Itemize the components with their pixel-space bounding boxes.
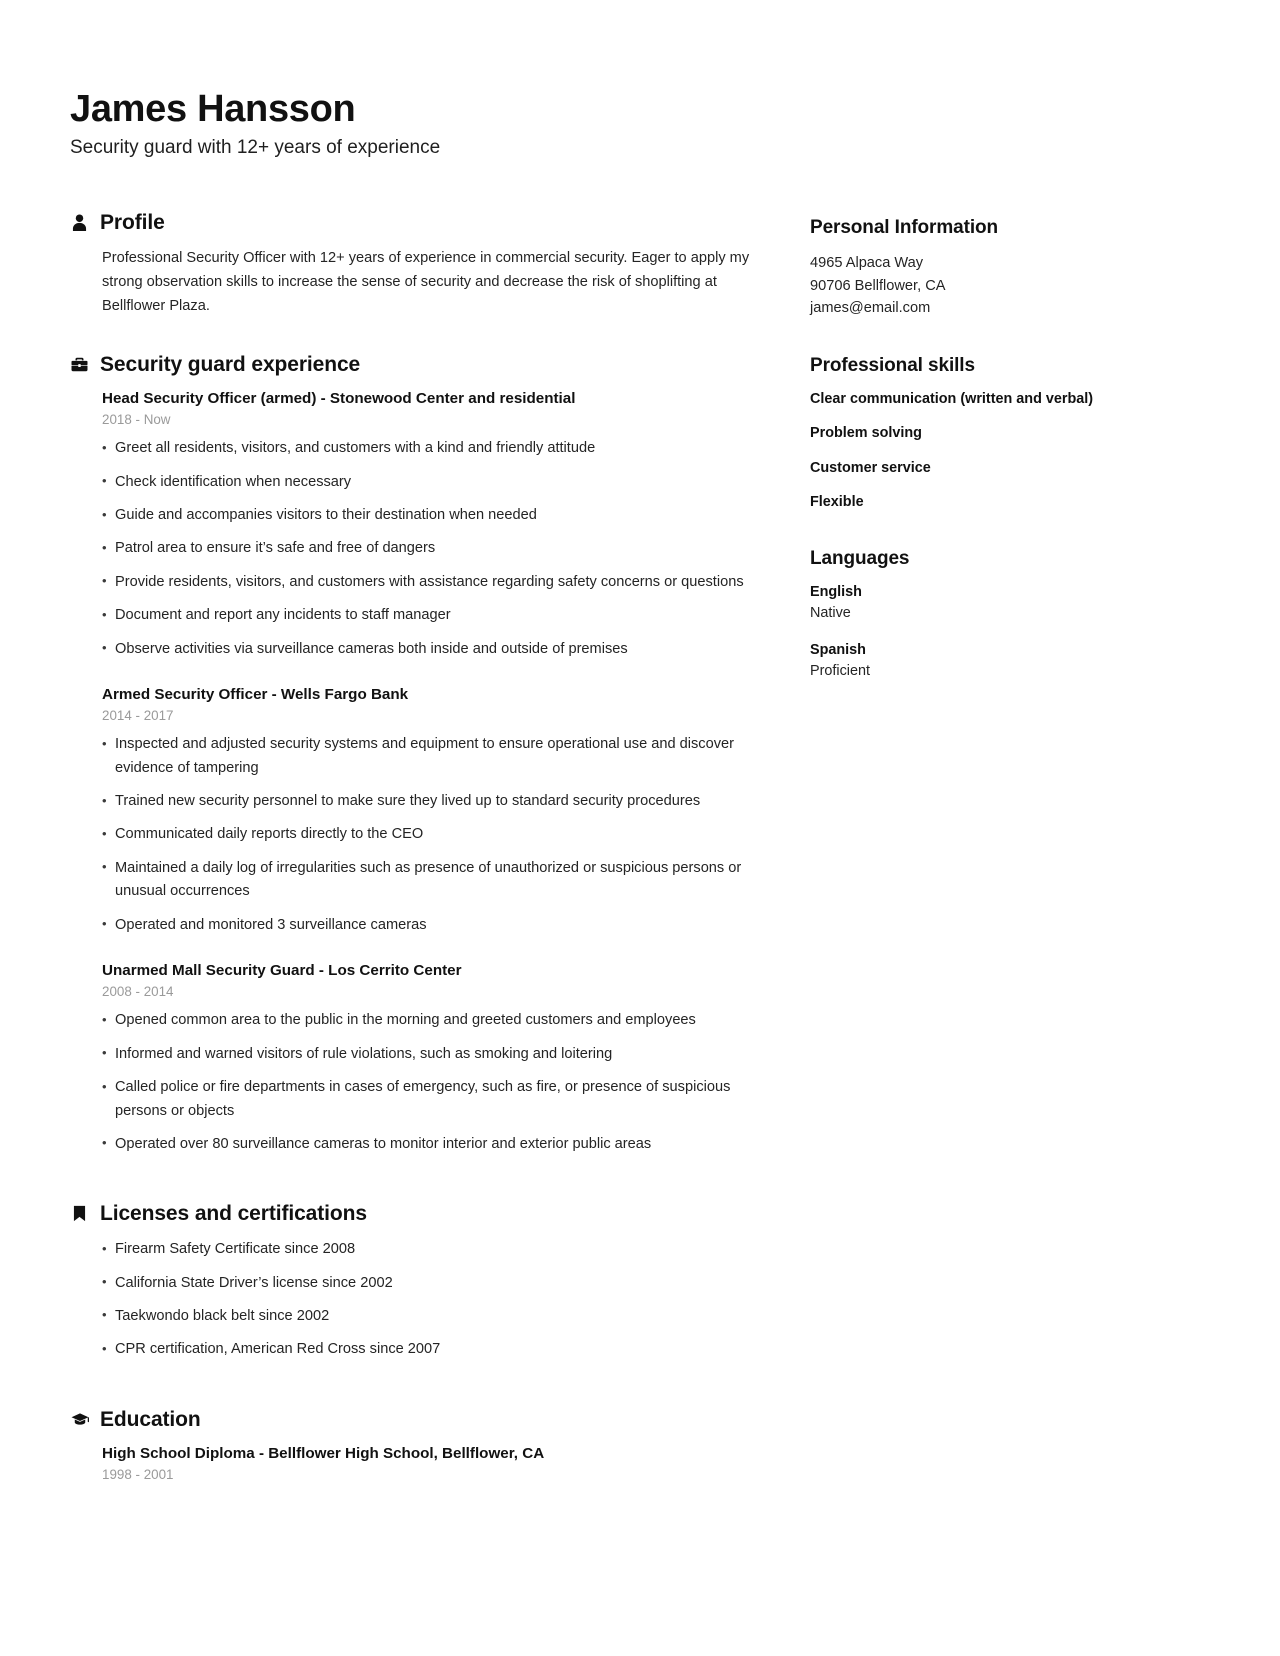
section-header-experience: Security guard experience [70,353,770,376]
bullet-item: Communicated daily reports directly to t… [102,823,770,846]
bullet-item: Informed and warned visitors of rule vio… [102,1042,770,1066]
section-title-experience: Security guard experience [100,352,361,376]
experience-entry: Head Security Officer (armed) - Stonewoo… [102,389,770,661]
experience-entry-bullets: Greet all residents, visitors, and custo… [102,437,770,660]
skill-item: Clear communication (written and verbal) [810,390,1094,407]
section-title-education: Education [100,1407,201,1431]
skill-item: Customer service [810,459,931,476]
language-name: Spanish [810,642,866,659]
email-line: james@email.com [810,300,931,317]
bullet-item: Provide residents, visitors, and custome… [102,570,770,594]
resume-columns: Profile Professional Security Officer wi… [70,211,1210,1492]
sidebar-personal-information: Personal Information 4965 Alpaca Way 907… [810,217,1210,320]
skill-item: Problem solving [810,425,922,442]
experience-entry-date: 2008 - 2014 [102,984,174,1000]
section-header-licenses: Licenses and certifications [70,1202,770,1225]
language-level: Proficient [810,663,870,680]
experience-entry-bullets: Inspected and adjusted security systems … [102,733,770,936]
section-licenses: Licenses and certifications Firearm Safe… [70,1202,770,1361]
bullet-item: Guide and accompanies visitors to their … [102,504,770,527]
education-entry-date: 1998 - 2001 [102,1467,174,1483]
section-header-education: Education [70,1408,770,1431]
sidebar-title-personal-information: Personal Information [810,217,999,239]
briefcase-icon [70,354,89,375]
bullet-item: Opened common area to the public in the … [102,1009,770,1032]
bullet-item: Check identification when necessary [102,470,770,494]
bullet-item: Firearm Safety Certificate since 2008 [102,1238,770,1261]
section-body-licenses: Firearm Safety Certificate since 2008 Ca… [70,1238,770,1361]
education-entry-title: High School Diploma - Bellflower High Sc… [102,1444,545,1462]
section-body-experience: Head Security Officer (armed) - Stonewoo… [70,389,770,1156]
main-column: Profile Professional Security Officer wi… [70,211,770,1492]
experience-entry: Armed Security Officer - Wells Fargo Ban… [102,685,770,937]
profile-text: Professional Security Officer with 12+ y… [102,250,750,314]
bullet-item: Patrol area to ensure it’s safe and free… [102,537,770,560]
bullet-item: Trained new security personnel to make s… [102,790,770,813]
experience-entry-title: Unarmed Mall Security Guard - Los Cerrit… [102,961,462,979]
resume-page: James Hansson Security guard with 12+ ye… [0,0,1280,1656]
section-body-profile: Professional Security Officer with 12+ y… [70,247,770,318]
licenses-list: Firearm Safety Certificate since 2008 Ca… [102,1238,770,1361]
bookmark-icon [70,1203,89,1224]
section-header-profile: Profile [70,211,770,234]
graduation-cap-icon [70,1409,89,1430]
language-item: English Native [810,582,1210,624]
bullet-item: Document and report any incidents to sta… [102,604,770,627]
section-title-licenses: Licenses and certifications [100,1202,367,1226]
bullet-item: Operated over 80 surveillance cameras to… [102,1132,770,1156]
language-name: English [810,584,862,601]
experience-entry-bullets: Opened common area to the public in the … [102,1009,770,1156]
candidate-name: James Hansson [70,88,356,130]
bullet-item: Operated and monitored 3 surveillance ca… [102,913,770,937]
bullet-item: Inspected and adjusted security systems … [102,733,770,780]
address-line-2: 90706 Bellflower, CA [810,277,946,294]
skill-item: Flexible [810,494,864,511]
section-education: Education High School Diploma - Bellflow… [70,1408,770,1485]
language-item: Spanish Proficient [810,640,1210,682]
experience-entry-title: Head Security Officer (armed) - Stonewoo… [102,389,576,407]
person-icon [70,212,89,233]
bullet-item: Maintained a daily log of irregularities… [102,856,770,904]
section-title-profile: Profile [100,211,165,235]
bullet-item: Called police or fire departments in cas… [102,1076,770,1123]
address-line-1: 4965 Alpaca Way [810,255,924,272]
bullet-item: CPR certification, American Red Cross si… [102,1338,770,1361]
sidebar-column: Personal Information 4965 Alpaca Way 907… [770,211,1210,682]
sidebar-title-professional-skills: Professional skills [810,354,975,376]
section-body-education: High School Diploma - Bellflower High Sc… [70,1444,770,1485]
experience-entry-title: Armed Security Officer - Wells Fargo Ban… [102,685,409,703]
section-experience: Security guard experience Head Security … [70,353,770,1156]
education-entry: High School Diploma - Bellflower High Sc… [102,1444,770,1485]
resume-header: James Hansson Security guard with 12+ ye… [70,88,1210,159]
bullet-item: Observe activities via surveillance came… [102,637,770,661]
section-profile: Profile Professional Security Officer wi… [70,211,770,318]
sidebar-title-languages: Languages [810,547,910,569]
experience-entry: Unarmed Mall Security Guard - Los Cerrit… [102,961,770,1156]
sidebar-professional-skills: Professional skills Clear communication … [810,355,1210,513]
sidebar-languages: Languages English Native Spanish Profici… [810,548,1210,682]
experience-entry-date: 2014 - 2017 [102,708,174,724]
bullet-item: Taekwondo black belt since 2002 [102,1304,770,1328]
experience-entry-date: 2018 - Now [102,412,171,428]
bullet-item: Greet all residents, visitors, and custo… [102,437,770,460]
candidate-tagline: Security guard with 12+ years of experie… [70,136,441,158]
bullet-item: California State Driver’s license since … [102,1271,770,1295]
language-level: Native [810,605,851,622]
